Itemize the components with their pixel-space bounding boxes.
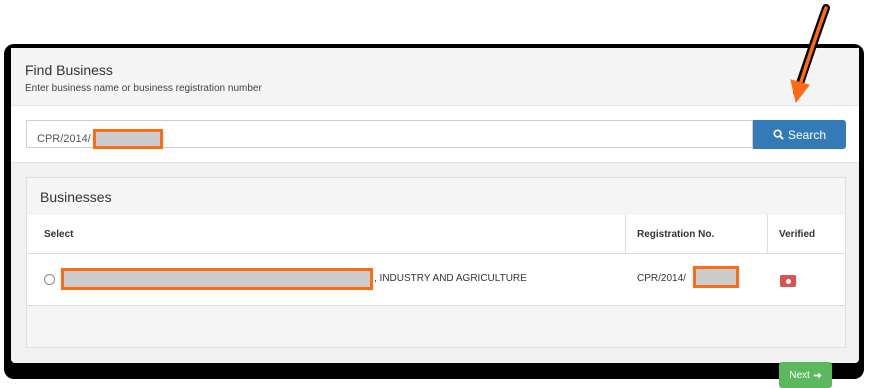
redaction-box: [92, 129, 163, 149]
find-business-panel: Find Business Enter business name or bus…: [11, 48, 859, 388]
search-input[interactable]: CPR/2014/: [26, 120, 753, 149]
search-input-value: CPR/2014/: [37, 132, 91, 145]
column-header-verified: Verified: [779, 229, 816, 240]
next-button-label: Next: [789, 369, 810, 381]
search-icon: [773, 129, 784, 140]
search-row: CPR/2014/ Search: [11, 106, 859, 163]
panel-header: Find Business Enter business name or bus…: [11, 48, 859, 106]
column-divider: [767, 215, 768, 253]
search-button[interactable]: Search: [753, 120, 846, 149]
next-button[interactable]: Next: [779, 362, 832, 388]
column-header-registration: Registration No.: [637, 229, 715, 240]
business-name: , INDUSTRY AND AGRICULTURE: [374, 273, 527, 284]
redaction-box: [693, 266, 739, 288]
businesses-card: Businesses Select Registration No. Verif…: [26, 177, 846, 388]
select-radio[interactable]: [44, 274, 55, 285]
table-row[interactable]: , INDUSTRY AND AGRICULTURE CPR/2014/: [27, 254, 845, 306]
businesses-card-header: Businesses: [27, 178, 845, 216]
not-verified-icon: [780, 275, 796, 287]
arrow-right-icon: [813, 371, 822, 379]
businesses-title: Businesses: [40, 189, 112, 205]
redaction-box: [61, 268, 373, 290]
search-button-label: Search: [787, 127, 827, 142]
panel-title: Find Business: [25, 62, 113, 78]
column-divider: [625, 215, 626, 253]
table-header: Select Registration No. Verified: [27, 215, 845, 254]
panel-subtitle: Enter business name or business registra…: [25, 83, 262, 94]
column-header-select: Select: [44, 229, 74, 240]
registration-number: CPR/2014/: [637, 273, 686, 284]
